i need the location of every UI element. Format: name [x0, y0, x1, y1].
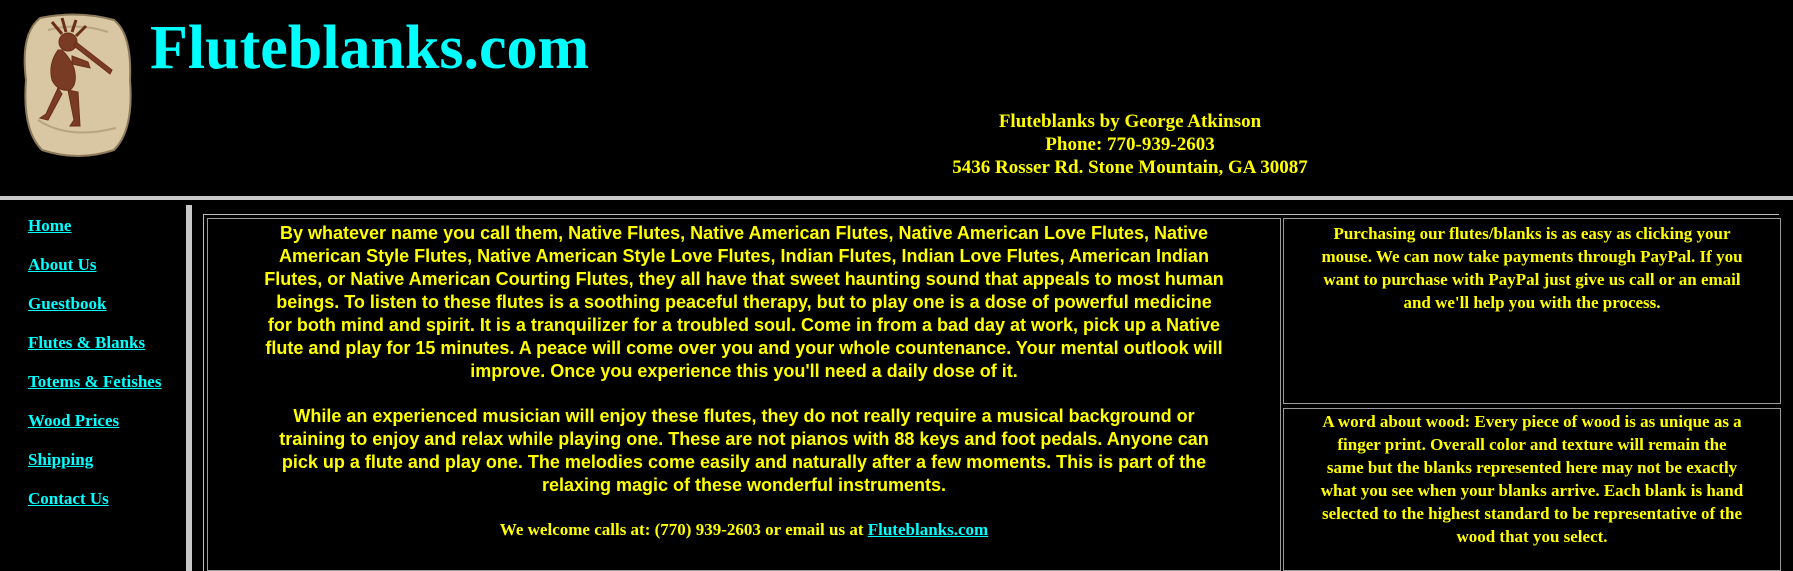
contact-info: Fluteblanks by George Atkinson Phone: 77…: [780, 110, 1480, 179]
nav-link-home[interactable]: Home: [28, 216, 71, 236]
intro-line: beings. To listen to these flutes is a s…: [276, 292, 1212, 312]
intro-paragraph: By whatever name you call them, Native F…: [210, 222, 1278, 383]
business-name: Fluteblanks by George Atkinson: [998, 111, 1262, 132]
phone-number: Phone: 770-939-2603: [1045, 134, 1215, 155]
wood-line: wood that you select.: [1456, 527, 1608, 546]
musician-paragraph: While an experienced musician will enjoy…: [210, 405, 1278, 497]
wood-line: selected to the highest standard to be r…: [1321, 504, 1743, 523]
site-title: Fluteblanks.com: [150, 14, 590, 82]
wood-line: same but the blanks represented here may…: [1326, 458, 1738, 477]
nav-link-guestbook[interactable]: Guestbook: [28, 294, 106, 314]
musician-line: pick up a flute and play one. The melodi…: [281, 452, 1207, 472]
purchase-line: mouse. We can now take payments through …: [1321, 247, 1743, 266]
welcome-line: We welcome calls at: (770) 939-2603 or e…: [210, 519, 1278, 541]
wood-line: A word about wood: Every piece of wood i…: [1322, 412, 1742, 431]
musician-line: relaxing magic of these wonderful instru…: [541, 475, 947, 495]
nav-link-contact-us[interactable]: Contact Us: [28, 489, 109, 509]
wood-text: A word about wood: Every piece of wood i…: [1286, 410, 1778, 548]
nav-link-shipping[interactable]: Shipping: [28, 450, 93, 470]
musician-line: training to enjoy and relax while playin…: [279, 429, 1209, 449]
purchase-line: Purchasing our flutes/blanks is as easy …: [1333, 224, 1731, 243]
wood-line: finger print. Overall color and texture …: [1337, 435, 1727, 454]
nav-link-wood-prices[interactable]: Wood Prices: [28, 411, 119, 431]
sidebar-nav: Home About Us Guestbook Flutes & Blanks …: [0, 200, 186, 571]
purchase-text: Purchasing our flutes/blanks is as easy …: [1286, 222, 1778, 314]
street-address: 5436 Rosser Rd. Stone Mountain, GA 30087: [952, 157, 1308, 178]
musician-line: While an experienced musician will enjoy…: [293, 406, 1195, 426]
nav-link-flutes-blanks[interactable]: Flutes & Blanks: [28, 333, 145, 353]
intro-line: for both mind and spirit. It is a tranqu…: [267, 315, 1221, 335]
intro-line: Flutes, or Native American Courting Flut…: [264, 269, 1224, 289]
wood-line: what you see when your blanks arrive. Ea…: [1320, 481, 1744, 500]
intro-line: By whatever name you call them, Native F…: [280, 223, 1208, 243]
nav-link-totems-fetishes[interactable]: Totems & Fetishes: [28, 372, 161, 392]
site-header: Fluteblanks.com Fluteblanks by George At…: [0, 0, 1793, 196]
welcome-text: We welcome calls at: (770) 939-2603 or e…: [499, 520, 868, 539]
nav-link-about-us[interactable]: About Us: [28, 255, 97, 275]
intro-line: American Style Flutes, Native American S…: [279, 246, 1209, 266]
sidebar-divider: [186, 205, 192, 571]
intro-line: flute and play for 15 minutes. A peace w…: [265, 338, 1223, 358]
email-link[interactable]: Fluteblanks.com: [868, 520, 988, 539]
purchase-line: and we'll help you with the process.: [1403, 293, 1661, 312]
intro-line: improve. Once you experience this you'll…: [470, 361, 1018, 381]
purchase-line: want to purchase with PayPal just give u…: [1323, 270, 1741, 289]
kokopelli-logo-icon[interactable]: [18, 10, 138, 160]
header-divider: [0, 196, 1793, 200]
